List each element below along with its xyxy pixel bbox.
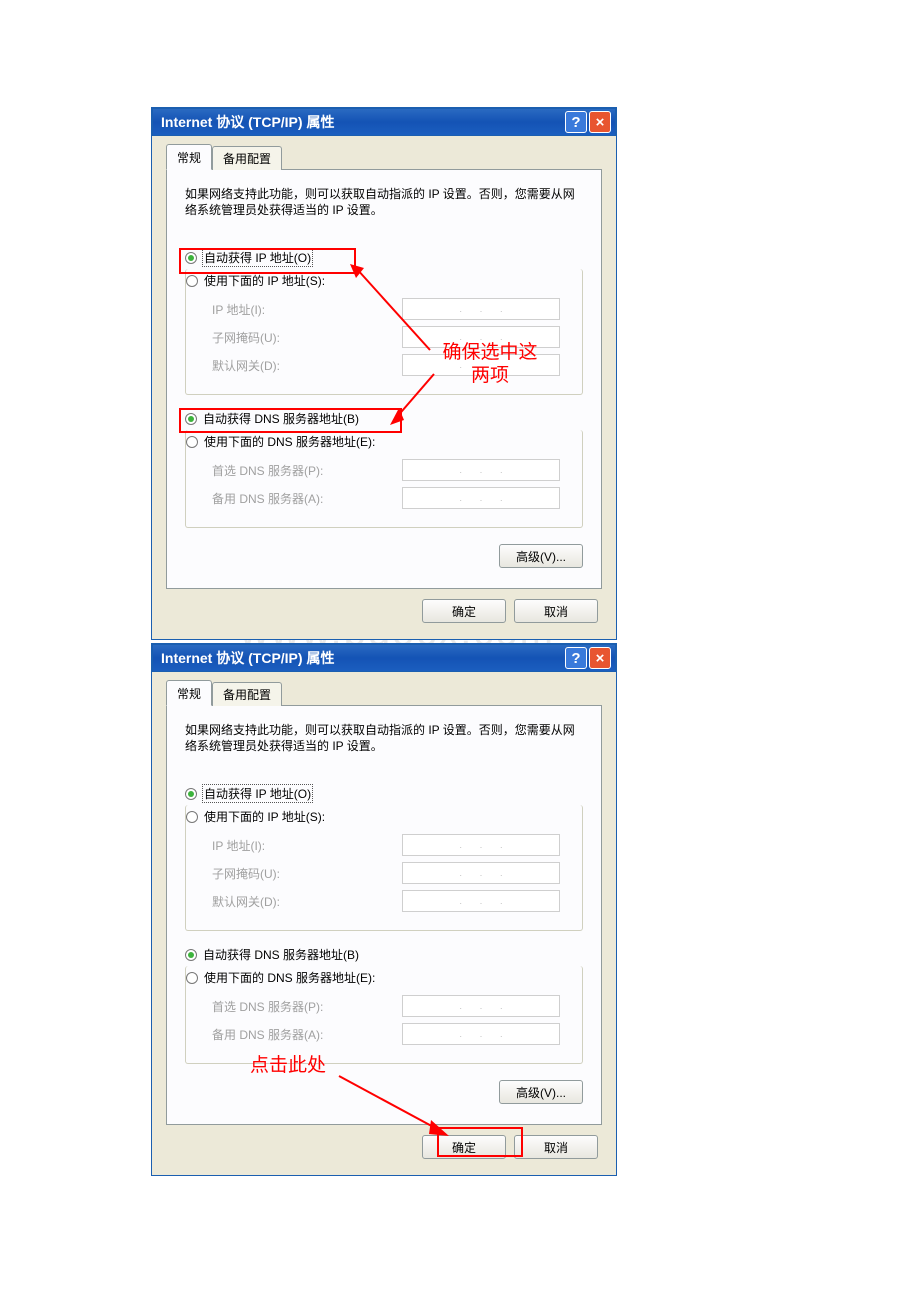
info-text: 如果网络支持此功能，则可以获取自动指派的 IP 设置。否则，您需要从网络系统管理… xyxy=(185,186,583,218)
subnet-input: ... xyxy=(402,326,560,348)
radio-manual-ip-label: 使用下面的 IP 地址(S): xyxy=(204,272,325,289)
ip-address-input: ... xyxy=(402,298,560,320)
help-icon[interactable]: ? xyxy=(565,647,587,669)
ok-button[interactable]: 确定 xyxy=(422,599,506,623)
gateway-input: ... xyxy=(402,354,560,376)
titlebar[interactable]: Internet 协议 (TCP/IP) 属性 ? × xyxy=(152,644,616,672)
pref-dns-label: 首选 DNS 服务器(P): xyxy=(212,998,402,1015)
radio-auto-dns[interactable]: 自动获得 DNS 服务器地址(B) xyxy=(185,407,583,430)
radio-auto-ip[interactable]: 自动获得 IP 地址(O) xyxy=(185,782,583,805)
window-title: Internet 协议 (TCP/IP) 属性 xyxy=(157,648,565,668)
titlebar[interactable]: Internet 协议 (TCP/IP) 属性 ? × xyxy=(152,108,616,136)
cancel-button[interactable]: 取消 xyxy=(514,599,598,623)
tab-general[interactable]: 常规 xyxy=(166,144,212,170)
radio-icon xyxy=(185,788,197,800)
gateway-input: ... xyxy=(402,890,560,912)
ip-address-label: IP 地址(I): xyxy=(212,301,402,318)
radio-auto-ip-label: 自动获得 IP 地址(O) xyxy=(203,785,312,802)
ok-button[interactable]: 确定 xyxy=(422,1135,506,1159)
info-text: 如果网络支持此功能，则可以获取自动指派的 IP 设置。否则，您需要从网络系统管理… xyxy=(185,722,583,754)
radio-manual-dns[interactable]: 使用下面的 DNS 服务器地址(E): xyxy=(186,430,572,453)
alt-dns-label: 备用 DNS 服务器(A): xyxy=(212,1026,402,1043)
radio-manual-dns-label: 使用下面的 DNS 服务器地址(E): xyxy=(204,433,375,450)
subnet-input: ... xyxy=(402,862,560,884)
ip-address-input: ... xyxy=(402,834,560,856)
window-title: Internet 协议 (TCP/IP) 属性 xyxy=(157,112,565,132)
radio-manual-ip[interactable]: 使用下面的 IP 地址(S): xyxy=(186,269,572,292)
gateway-label: 默认网关(D): xyxy=(212,893,402,910)
subnet-label: 子网掩码(U): xyxy=(212,865,402,882)
advanced-button[interactable]: 高级(V)... xyxy=(499,1080,583,1104)
ip-address-label: IP 地址(I): xyxy=(212,837,402,854)
tcpip-dialog-1: Internet 协议 (TCP/IP) 属性 ? × 常规 备用配置 如果网络… xyxy=(151,107,617,640)
radio-auto-ip[interactable]: 自动获得 IP 地址(O) xyxy=(185,246,583,269)
alt-dns-input: ... xyxy=(402,1023,560,1045)
alt-dns-input: ... xyxy=(402,487,560,509)
gateway-label: 默认网关(D): xyxy=(212,357,402,374)
help-icon[interactable]: ? xyxy=(565,111,587,133)
radio-auto-dns[interactable]: 自动获得 DNS 服务器地址(B) xyxy=(185,943,583,966)
pref-dns-input: ... xyxy=(402,459,560,481)
radio-icon xyxy=(185,949,197,961)
cancel-button[interactable]: 取消 xyxy=(514,1135,598,1159)
radio-auto-ip-label: 自动获得 IP 地址(O) xyxy=(203,249,312,266)
radio-manual-ip-label: 使用下面的 IP 地址(S): xyxy=(204,808,325,825)
tcpip-dialog-2: Internet 协议 (TCP/IP) 属性 ? × 常规 备用配置 如果网络… xyxy=(151,643,617,1176)
advanced-button[interactable]: 高级(V)... xyxy=(499,544,583,568)
close-icon[interactable]: × xyxy=(589,111,611,133)
tab-general[interactable]: 常规 xyxy=(166,680,212,706)
radio-icon xyxy=(185,252,197,264)
pref-dns-input: ... xyxy=(402,995,560,1017)
radio-icon xyxy=(186,436,198,448)
radio-icon xyxy=(186,811,198,823)
radio-icon xyxy=(186,275,198,287)
radio-icon xyxy=(186,972,198,984)
radio-auto-dns-label: 自动获得 DNS 服务器地址(B) xyxy=(203,946,359,963)
subnet-label: 子网掩码(U): xyxy=(212,329,402,346)
radio-manual-ip[interactable]: 使用下面的 IP 地址(S): xyxy=(186,805,572,828)
tab-alternate[interactable]: 备用配置 xyxy=(212,682,282,706)
tab-alternate[interactable]: 备用配置 xyxy=(212,146,282,170)
radio-manual-dns-label: 使用下面的 DNS 服务器地址(E): xyxy=(204,969,375,986)
radio-icon xyxy=(185,413,197,425)
alt-dns-label: 备用 DNS 服务器(A): xyxy=(212,490,402,507)
close-icon[interactable]: × xyxy=(589,647,611,669)
radio-manual-dns[interactable]: 使用下面的 DNS 服务器地址(E): xyxy=(186,966,572,989)
radio-auto-dns-label: 自动获得 DNS 服务器地址(B) xyxy=(203,410,359,427)
pref-dns-label: 首选 DNS 服务器(P): xyxy=(212,462,402,479)
